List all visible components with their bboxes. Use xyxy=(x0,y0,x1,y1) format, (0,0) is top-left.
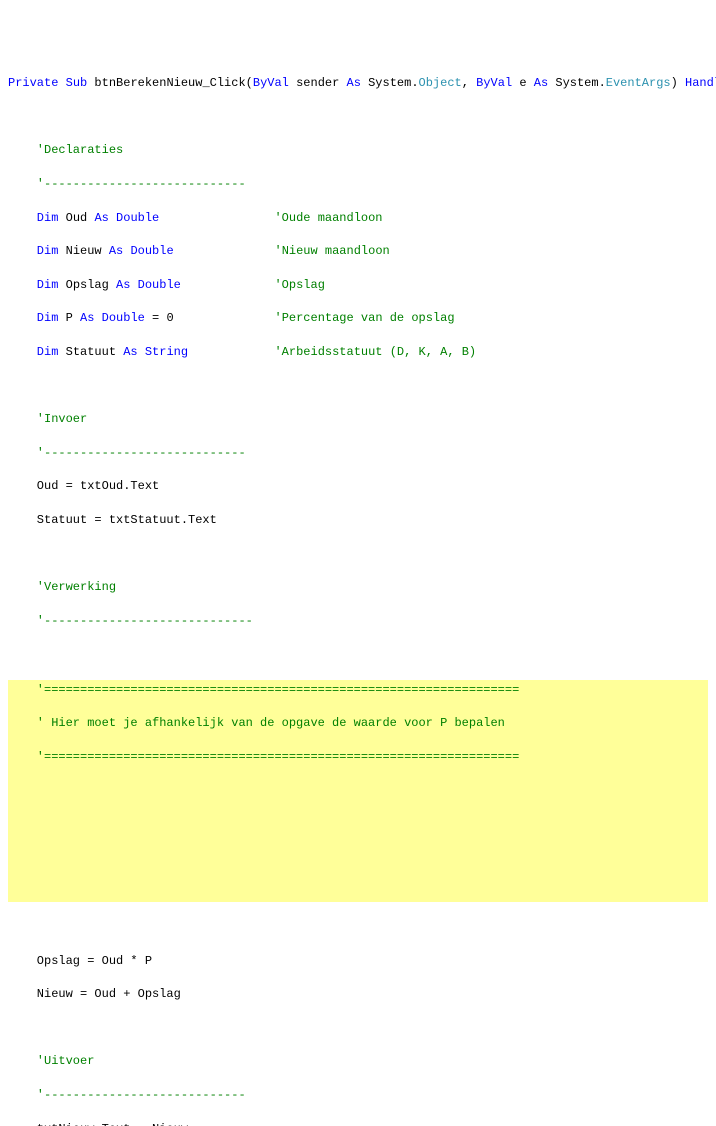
highlight-text: ' Hier moet je afhankelijk van de opgave… xyxy=(8,715,708,732)
calc-opslag: Opslag = Oud * P xyxy=(8,953,708,970)
highlight-border: '=======================================… xyxy=(8,749,708,766)
comment-uitvoer: 'Uitvoer xyxy=(8,1053,708,1070)
dim-oud: Dim Oud As Double 'Oude maandloon xyxy=(8,210,708,227)
comment-dash: '----------------------------- xyxy=(8,613,708,630)
calc-nieuw: Nieuw = Oud + Opslag xyxy=(8,986,708,1003)
assign-statuut: Statuut = txtStatuut.Text xyxy=(8,512,708,529)
assign-oud: Oud = txtOud.Text xyxy=(8,478,708,495)
comment-verwerking: 'Verwerking xyxy=(8,579,708,596)
kw-private: Private xyxy=(8,76,58,90)
assign-txtnieuw: txtNieuw.Text = Nieuw xyxy=(8,1121,708,1126)
highlight-border: '=======================================… xyxy=(8,682,708,699)
comment-dash: '---------------------------- xyxy=(8,176,708,193)
comment-dash: '---------------------------- xyxy=(8,445,708,462)
signature: Private Sub btnBerekenNieuw_Click(ByVal … xyxy=(8,75,708,92)
comment-invoer: 'Invoer xyxy=(8,411,708,428)
dim-statuut: Dim Statuut As String 'Arbeidsstatuut (D… xyxy=(8,344,708,361)
kw-sub: Sub xyxy=(66,76,88,90)
comment-dash: '---------------------------- xyxy=(8,1087,708,1104)
dim-p: Dim P As Double = 0 'Percentage van de o… xyxy=(8,310,708,327)
highlighted-block: '=======================================… xyxy=(8,680,708,902)
comment-declaraties: 'Declaraties xyxy=(8,142,708,159)
dim-nieuw: Dim Nieuw As Double 'Nieuw maandloon xyxy=(8,243,708,260)
dim-opslag: Dim Opslag As Double 'Opslag xyxy=(8,277,708,294)
code-editor[interactable]: Private Sub btnBerekenNieuw_Click(ByVal … xyxy=(8,75,708,1126)
